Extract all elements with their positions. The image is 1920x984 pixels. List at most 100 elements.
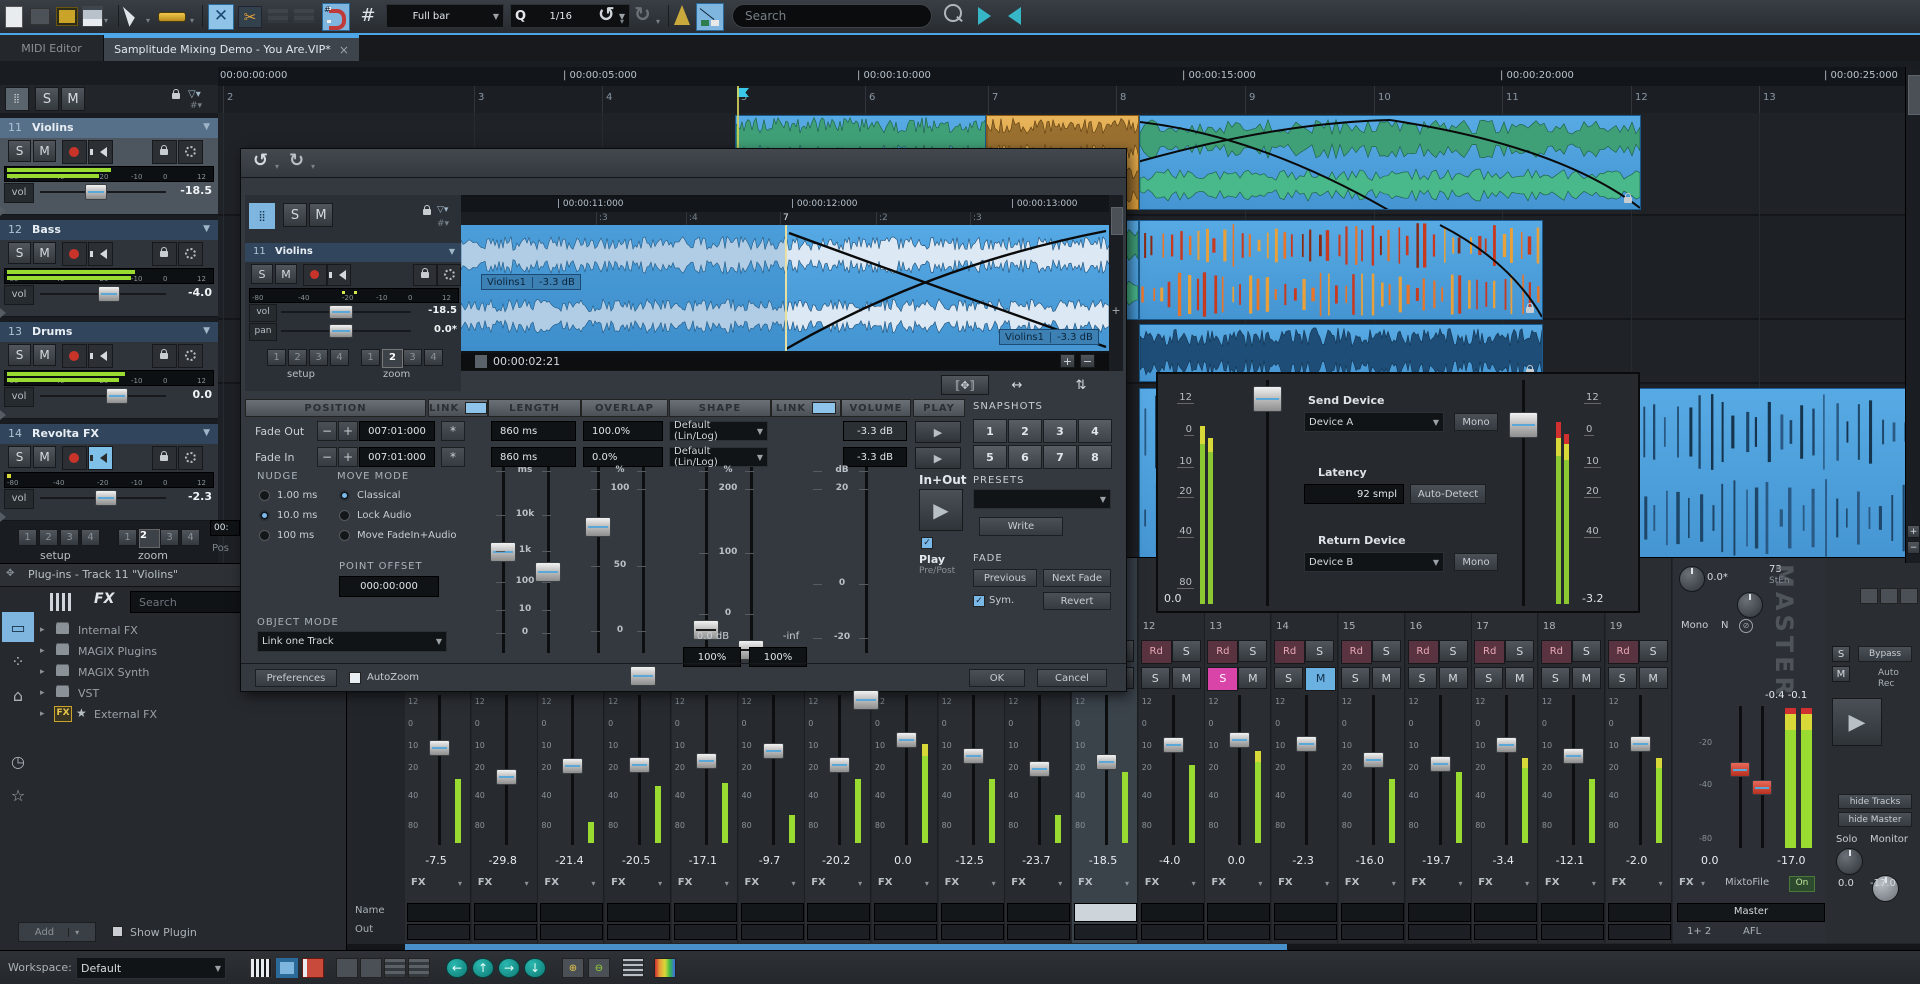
setup-button[interactable]: 2: [39, 529, 58, 546]
lock-button[interactable]: [152, 140, 177, 164]
history-icon[interactable]: ◷: [2, 746, 34, 776]
snap-magnet-icon[interactable]: #: [322, 3, 350, 31]
point-offset-value[interactable]: 000:00:000: [339, 576, 439, 597]
solo-button[interactable]: S: [1439, 640, 1468, 662]
send-device-a-dropdown[interactable]: Device A▼: [1304, 412, 1444, 432]
master-fader-knob[interactable]: [1730, 762, 1750, 777]
solo2-button[interactable]: S: [1274, 667, 1303, 689]
fader-knob[interactable]: [1029, 761, 1050, 777]
solo-button[interactable]: S: [1172, 640, 1201, 662]
strip-out-cell[interactable]: [1274, 924, 1337, 940]
dialog-slider-track[interactable]: [597, 467, 600, 653]
phase-icon[interactable]: ⊘: [1739, 619, 1753, 633]
strip-fx-row[interactable]: FX▾: [407, 876, 468, 892]
record-ready-button[interactable]: Rd: [1608, 640, 1639, 664]
chevron-down-icon[interactable]: ▾: [591, 879, 595, 888]
open-file-icon[interactable]: [30, 8, 50, 25]
fullscreen-icon[interactable]: ⟦✥⟧: [941, 375, 989, 395]
record-ready-button[interactable]: Rd: [1207, 640, 1238, 664]
strip-out-cell[interactable]: [941, 924, 1004, 940]
fader-knob[interactable]: [1163, 737, 1184, 753]
strip-name-cell[interactable]: [674, 903, 737, 922]
snapshot-button-8[interactable]: 8: [1078, 445, 1112, 469]
chevron-down-icon[interactable]: ▾: [925, 879, 929, 888]
solo-button[interactable]: S: [1572, 640, 1601, 662]
vol-slider-knob[interactable]: [98, 286, 120, 302]
strip-fx-row[interactable]: FX▾: [1341, 876, 1402, 892]
track-header[interactable]: 13Drums▼SM-80-40-20-10012vol0.0: [0, 322, 218, 419]
send-mono-button-1[interactable]: Mono: [1454, 413, 1498, 431]
strip-fx-row[interactable]: FX▾: [874, 876, 935, 892]
folder-icon[interactable]: [1860, 588, 1878, 604]
track-header[interactable]: 11Violins▼SM-80-40-20-10012vol-18.5: [0, 118, 218, 215]
position-scroll-thumb[interactable]: [475, 355, 487, 368]
fade-out-minus-button[interactable]: −: [317, 421, 337, 441]
strip-out-cell[interactable]: [807, 924, 870, 940]
mixer-strip[interactable]: 16RdSSM12010204080-19.7FX▾: [1406, 558, 1472, 943]
rows2-icon[interactable]: [408, 958, 430, 978]
add-plugin-button[interactable]: Add▾: [18, 922, 96, 942]
mixtofile-on-badge[interactable]: On: [1789, 876, 1815, 892]
mixer-strip[interactable]: 18RdSSM12010204080-12.1FX▾: [1539, 558, 1605, 943]
undo-dropdown-arrow[interactable]: ▾: [620, 17, 624, 26]
strip-fx-row[interactable]: FX▾: [1207, 876, 1268, 892]
fader-knob[interactable]: [763, 743, 784, 759]
strip-fx-row[interactable]: FX▾: [1007, 876, 1068, 892]
fader-knob[interactable]: [1296, 736, 1317, 752]
setup-button[interactable]: 3: [60, 529, 79, 546]
strip-out-cell[interactable]: [1341, 924, 1404, 940]
track-collapse-arrow[interactable]: [0, 206, 6, 216]
all-solo-button[interactable]: S: [283, 203, 307, 227]
fader-knob[interactable]: [696, 753, 717, 769]
snap-object-icon[interactable]: ⊕: [562, 958, 584, 978]
tree-expand-arrow[interactable]: ▸: [40, 625, 45, 635]
play-prepost-checkbox[interactable]: ✓: [921, 537, 933, 549]
dialog-waveform[interactable]: Violins1-3.3 dBViolins1-3.3 dB: [461, 225, 1109, 351]
auto-crossfade-toggle-icon[interactable]: [696, 3, 724, 31]
master-solo-button[interactable]: S: [1832, 646, 1850, 662]
next-fade-button[interactable]: Next Fade: [1043, 569, 1111, 587]
vol-slider-knob[interactable]: [329, 305, 353, 319]
master-fader-knob[interactable]: [1752, 780, 1772, 795]
mute-button[interactable]: M: [1372, 667, 1401, 689]
zoom-button[interactable]: 3: [403, 349, 422, 366]
chevron-down-icon[interactable]: ▾: [1458, 879, 1462, 888]
rows-icon[interactable]: [384, 958, 406, 978]
mixer-strip[interactable]: 15RdSSM12010204080-16.0FX▾: [1339, 558, 1405, 943]
strip-out-cell[interactable]: [474, 924, 537, 940]
factory-icon[interactable]: ⌂: [2, 680, 34, 710]
monitor-speaker-button[interactable]: [88, 140, 113, 164]
setup-button[interactable]: 2: [288, 349, 307, 366]
strip-name-cell[interactable]: [807, 903, 870, 922]
vol-slider-track[interactable]: [40, 395, 166, 397]
all-mute-button[interactable]: M: [309, 203, 333, 227]
fader-track[interactable]: [905, 695, 908, 845]
zoom-button[interactable]: 1: [118, 529, 137, 546]
snapshot-button-1[interactable]: 1: [973, 419, 1007, 443]
strip-fx-row[interactable]: FX▾: [607, 876, 668, 892]
solo-button[interactable]: S: [1639, 640, 1668, 662]
percent-right-value[interactable]: 100%: [749, 647, 807, 667]
strip-name-cell[interactable]: [1541, 903, 1604, 922]
vol-slider-knob[interactable]: [95, 490, 117, 506]
strip-name-cell[interactable]: [941, 903, 1004, 922]
send-fader-left[interactable]: [1253, 386, 1282, 412]
strip-fx-row[interactable]: FX▾: [674, 876, 735, 892]
fader-knob[interactable]: [496, 769, 517, 785]
solo-button[interactable]: S: [8, 344, 31, 366]
solo-button[interactable]: S: [8, 242, 31, 264]
strip-name-cell[interactable]: [1274, 903, 1337, 922]
crossfade-tool-icon[interactable]: ✕: [208, 4, 234, 30]
chevron-down-icon[interactable]: ▾: [1392, 879, 1396, 888]
vertical-scrollbar[interactable]: + −: [1905, 67, 1920, 563]
track-name-bar[interactable]: 11Violins▼: [0, 118, 218, 138]
fade-out-plus-button[interactable]: +: [338, 421, 358, 441]
strip-fx-row[interactable]: FX▾: [1141, 876, 1202, 892]
strip-out-cell[interactable]: [741, 924, 804, 940]
chevron-down-icon[interactable]: ▾: [858, 879, 862, 888]
snap-mode-dropdown[interactable]: Full bar ▼: [386, 4, 504, 28]
solo-button[interactable]: S: [1505, 640, 1534, 662]
strip-fx-row[interactable]: FX▾: [1608, 876, 1669, 892]
search-prev-icon[interactable]: [1008, 7, 1021, 25]
master-mute-button[interactable]: M: [1832, 666, 1850, 682]
